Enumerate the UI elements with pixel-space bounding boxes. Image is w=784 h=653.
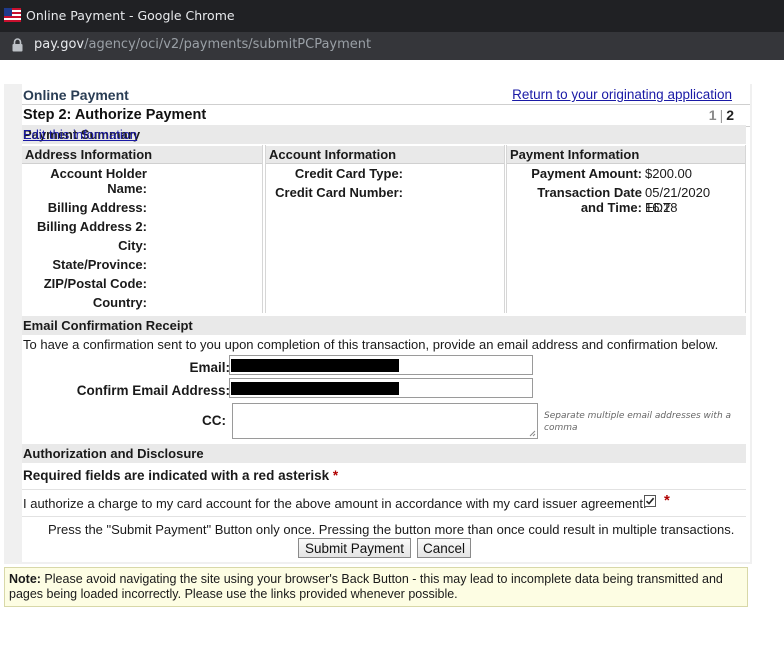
billing-address-label: Billing Address:: [47, 200, 147, 215]
account-information-heading: Account Information: [266, 146, 504, 164]
zip-label: ZIP/Postal Code:: [43, 276, 147, 291]
country-label: Country:: [92, 295, 147, 310]
edit-information-link[interactable]: Edit this information: [23, 127, 137, 142]
us-flag-icon: [4, 8, 21, 22]
address-bar[interactable]: pay.gov/agency/oci/v2/payments/submitPCP…: [0, 32, 784, 60]
credit-card-number-label: Credit Card Number:: [275, 185, 403, 200]
payment-summary-bar: Payment Summary Edit this information: [22, 125, 746, 144]
address-information-column: Address Information Account Holder Name:…: [22, 145, 263, 313]
authorize-required-asterisk: *: [664, 492, 670, 509]
authorize-checkbox[interactable]: [644, 495, 656, 507]
return-link[interactable]: Return to your originating application: [512, 87, 732, 102]
address-information-heading: Address Information: [22, 146, 262, 164]
confirm-email-field[interactable]: [229, 378, 533, 398]
transaction-timezone-value: EDT: [645, 200, 671, 215]
account-holder-label-2: Name:: [107, 181, 147, 196]
email-confirmation-heading: Email Confirmation Receipt: [23, 318, 193, 333]
payment-information-heading: Payment Information: [507, 146, 745, 164]
email-description: To have a confirmation sent to you upon …: [23, 337, 719, 352]
divider: [22, 516, 746, 517]
window-title: Online Payment - Google Chrome: [26, 8, 235, 23]
authorize-text: I authorize a charge to my card account …: [23, 496, 647, 511]
payment-information-column: Payment Information Payment Amount: $200…: [506, 145, 746, 313]
billing-address-2-label: Billing Address 2:: [36, 219, 147, 234]
authorization-bar: Authorization and Disclosure: [22, 444, 746, 463]
submit-once-note: Press the "Submit Payment" Button only o…: [48, 522, 735, 537]
divider: [22, 489, 746, 490]
page-title: Online Payment: [23, 87, 129, 103]
account-holder-label: Account Holder: [50, 166, 147, 181]
redacted-email: [231, 359, 399, 372]
email-confirmation-bar: Email Confirmation Receipt: [22, 316, 746, 335]
back-button-note: Note: Please avoid navigating the site u…: [4, 567, 748, 607]
cc-textarea[interactable]: [232, 403, 538, 439]
payment-amount-value: $200.00: [645, 166, 692, 181]
payment-form: Online Payment Return to your originatin…: [22, 84, 750, 562]
page-frame: Online Payment Return to your originatin…: [4, 84, 752, 564]
required-asterisk: *: [332, 468, 339, 483]
resize-grip-icon[interactable]: [529, 430, 536, 437]
transaction-time-label: and Time:: [580, 200, 642, 215]
step-title: Step 2: Authorize Payment: [23, 107, 207, 123]
lock-icon: [12, 38, 23, 52]
browser-title-bar: Online Payment - Google Chrome: [0, 0, 784, 32]
required-fields-note: Required fields are indicated with a red…: [23, 468, 339, 483]
cancel-button[interactable]: Cancel: [417, 538, 471, 558]
payment-amount-label: Payment Amount:: [531, 166, 642, 181]
credit-card-type-label: Credit Card Type:: [294, 166, 403, 181]
authorization-heading: Authorization and Disclosure: [23, 446, 204, 461]
redacted-confirm-email: [231, 382, 399, 395]
submit-payment-button[interactable]: Submit Payment: [298, 538, 411, 558]
email-label: Email:: [189, 360, 230, 375]
url-text[interactable]: pay.gov/agency/oci/v2/payments/submitPCP…: [34, 37, 371, 52]
confirm-email-label: Confirm Email Address:: [76, 383, 230, 398]
cc-hint: Separate multiple email addresses with a…: [544, 411, 732, 433]
city-label: City:: [118, 238, 147, 253]
checkmark-icon: [645, 497, 655, 505]
step-indicator: 1 | 2: [708, 107, 734, 123]
step-header: Step 2: Authorize Payment 1 | 2: [22, 104, 750, 127]
account-information-column: Account Information Credit Card Type: Cr…: [265, 145, 505, 313]
transaction-date-label: Transaction Date: [537, 185, 642, 200]
state-label: State/Province:: [52, 257, 147, 272]
cc-label: CC:: [202, 413, 226, 428]
email-field[interactable]: [229, 355, 533, 375]
